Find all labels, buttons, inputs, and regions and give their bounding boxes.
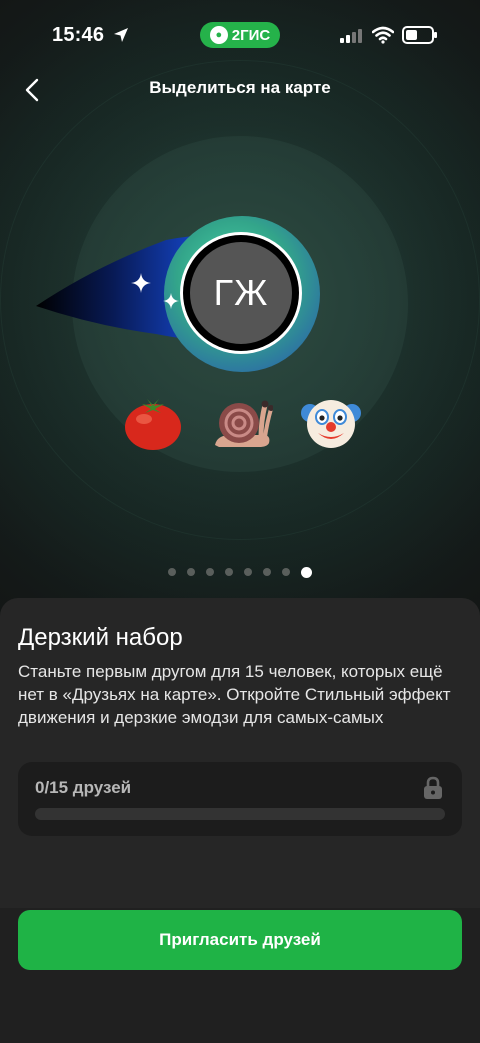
page-dot[interactable]	[206, 568, 214, 576]
invite-friends-button[interactable]: Пригласить друзей	[18, 910, 462, 970]
progress-label: 0/15 друзей	[35, 778, 132, 797]
reward-title: Дерзкий набор	[18, 624, 183, 651]
page-dot[interactable]	[263, 568, 271, 576]
emoji-set	[122, 390, 362, 454]
status-time: 15:46	[52, 24, 105, 46]
page-dot[interactable]	[225, 568, 233, 576]
sparkle-icon	[131, 273, 151, 293]
page-dot-active[interactable]	[301, 566, 312, 578]
clown-face-icon	[300, 391, 362, 453]
lock-icon	[424, 776, 442, 799]
battery-level	[406, 30, 417, 40]
progress-track	[35, 808, 445, 820]
tomato-icon	[122, 391, 184, 453]
page-dot[interactable]	[282, 568, 290, 576]
battery-icon	[402, 26, 437, 44]
page-dot[interactable]	[168, 568, 176, 576]
reward-sheet: Дерзкий набор Станьте первым другом для …	[0, 598, 480, 1043]
hero-illustration: 15:46 ● 2ГИС Выделиться на карте ГЖ	[0, 0, 480, 620]
reward-description: Станьте первым другом для 15 человек, ко…	[18, 662, 451, 727]
snail-icon	[211, 391, 273, 453]
cellular-signal-icon	[340, 29, 362, 43]
location-arrow-icon	[114, 28, 128, 42]
app-logo-icon: ●	[209, 26, 228, 44]
page-indicator	[0, 566, 480, 578]
app-pill-label: 2ГИС	[231, 26, 271, 44]
page-dot[interactable]	[244, 568, 252, 576]
avatar: ГЖ	[190, 242, 292, 344]
wifi-icon	[372, 26, 394, 44]
status-bar: 15:46 ● 2ГИС	[0, 20, 480, 52]
progress-card: 0/15 друзей	[18, 762, 462, 836]
page-title: Выделиться на карте	[149, 78, 331, 97]
app-pill[interactable]: ● 2ГИС	[200, 22, 280, 48]
sparkle-icon	[162, 292, 180, 310]
page-dot[interactable]	[187, 568, 195, 576]
